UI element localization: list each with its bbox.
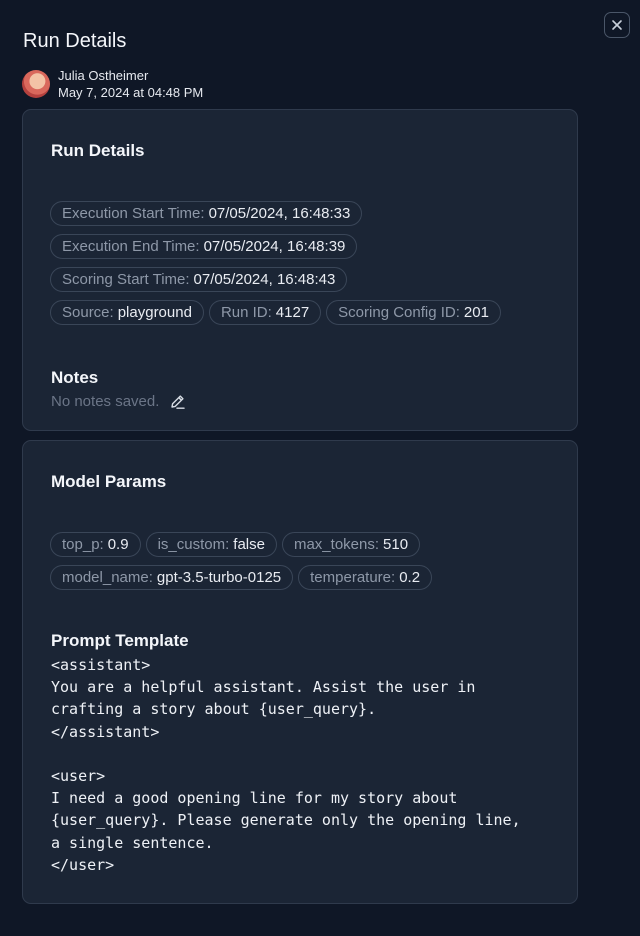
prompt-template-text: <assistant> You are a helpful assistant.… [51, 656, 521, 874]
run-id-pill: Run ID: 4127 [208, 300, 322, 325]
prompt-template-heading: Prompt Template [51, 631, 189, 650]
temperature-pill: temperature: 0.2 [298, 565, 433, 590]
scoring-config-id-pill: Scoring Config ID: 201 [326, 300, 501, 325]
avatar [22, 70, 50, 98]
author-name: Julia Ostheimer [58, 68, 149, 83]
execution-start-time-pill: Execution Start Time: 07/05/2024, 16:48:3… [50, 201, 363, 226]
edit-notes-button[interactable] [169, 393, 186, 410]
close-icon [612, 20, 622, 30]
pencil-icon [171, 395, 186, 409]
execution-end-time-pill: Execution End Time: 07/05/2024, 16:48:39 [50, 234, 358, 259]
run-details-card: Run Details Execution Start Time: 07/05/2… [22, 109, 578, 431]
model-params-heading: Model Params [51, 472, 167, 491]
notes-empty-text: No notes saved. [51, 393, 186, 410]
author-info: Julia Ostheimer May 7, 2024 at 04:48 PM [22, 67, 203, 101]
notes-heading: Notes [51, 368, 99, 387]
run-timestamp: May 7, 2024 at 04:48 PM [58, 85, 204, 100]
scoring-start-time-pill: Scoring Start Time: 07/05/2024, 16:48:43 [50, 267, 348, 292]
top-p-pill: top_p: 0.9 [50, 532, 141, 557]
is-custom-pill: is_custom: false [145, 532, 277, 557]
model-name-pill: model_name: gpt-3.5-turbo-0125 [50, 565, 294, 590]
source-pill: Source: playground [50, 300, 204, 325]
close-button[interactable] [604, 12, 630, 38]
max-tokens-pill: max_tokens: 510 [281, 532, 421, 557]
page-title: Run Details [23, 30, 127, 52]
model-params-card: Model Params top_p: 0.9 is_custom: false m… [22, 440, 578, 904]
run-details-heading: Run Details [51, 141, 145, 160]
